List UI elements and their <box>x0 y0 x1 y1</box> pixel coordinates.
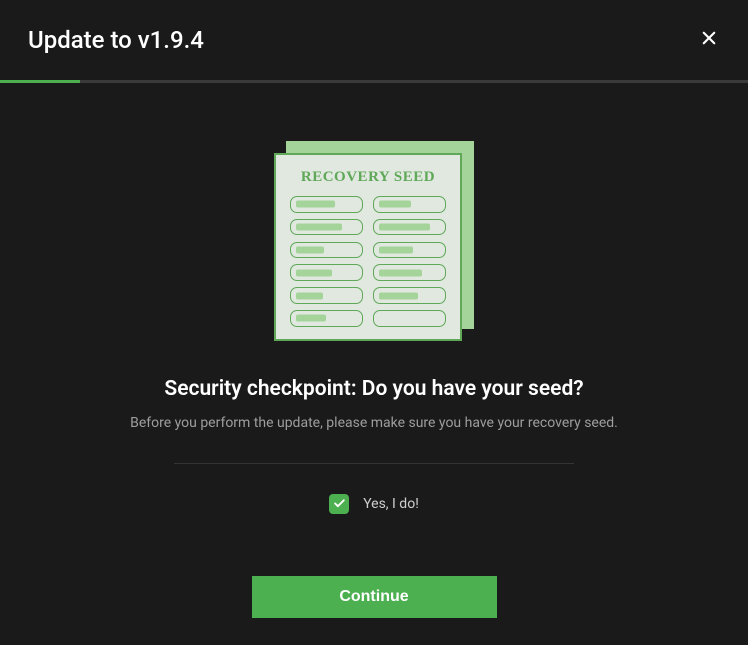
checkpoint-subtext: Before you perform the update, please ma… <box>130 415 618 431</box>
seed-word-grid <box>290 196 446 327</box>
recovery-seed-illustration: RECOVERY SEED <box>274 141 474 341</box>
dialog-content: RECOVERY SEED Security checkpoint: Do yo… <box>0 83 748 618</box>
continue-button[interactable]: Continue <box>252 576 497 618</box>
seed-word-slot <box>290 242 363 259</box>
close-icon <box>700 29 718 51</box>
seed-word-slot <box>290 310 363 327</box>
seed-card: RECOVERY SEED <box>274 153 462 341</box>
seed-word-slot <box>290 219 363 236</box>
seed-word-slot <box>290 287 363 304</box>
progress-fill <box>0 80 80 83</box>
check-icon <box>333 495 346 514</box>
progress-bar <box>0 80 748 83</box>
confirm-checkbox-row[interactable]: Yes, I do! <box>329 494 419 514</box>
seed-word-slot <box>373 242 446 259</box>
seed-card-title: RECOVERY SEED <box>290 169 446 186</box>
seed-word-slot <box>373 287 446 304</box>
seed-word-slot <box>373 310 446 327</box>
seed-word-slot <box>373 264 446 281</box>
confirm-checkbox-label: Yes, I do! <box>363 496 419 512</box>
confirm-checkbox[interactable] <box>329 494 349 514</box>
seed-word-slot <box>290 196 363 213</box>
seed-word-slot <box>373 196 446 213</box>
dialog-header: Update to v1.9.4 <box>0 0 748 80</box>
dialog-title: Update to v1.9.4 <box>28 26 204 54</box>
seed-word-slot <box>373 219 446 236</box>
close-button[interactable] <box>698 29 720 51</box>
divider <box>174 463 574 464</box>
checkpoint-heading: Security checkpoint: Do you have your se… <box>164 377 583 401</box>
continue-button-label: Continue <box>339 588 408 606</box>
seed-word-slot <box>290 264 363 281</box>
